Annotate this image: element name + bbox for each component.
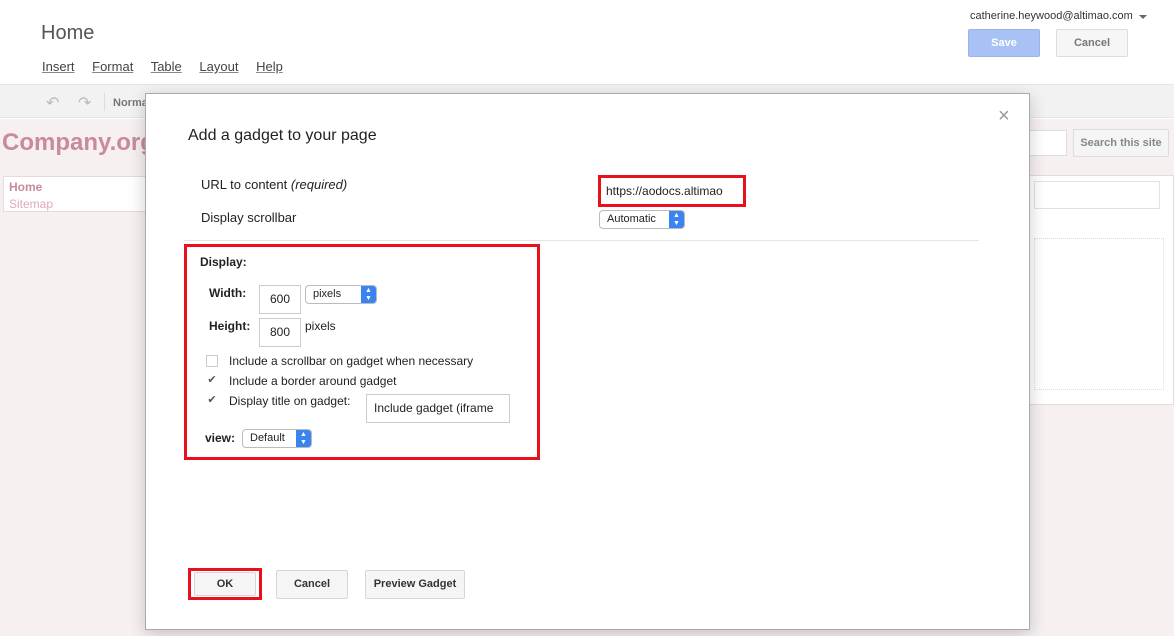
undo-icon[interactable]: ↶ [46, 93, 59, 113]
dialog-title: Add a gadget to your page [188, 127, 377, 144]
width-unit-select[interactable]: pixels ▲ ▼ [305, 285, 377, 304]
menu-insert[interactable]: Insert [42, 59, 75, 74]
border-checkbox-label: Include a border around gadget [229, 374, 397, 388]
scrollbar-checkbox[interactable] [206, 355, 218, 367]
cancel-button[interactable]: Cancel [276, 570, 348, 599]
display-options-highlight: Display: Width: 600 pixels ▲ ▼ Height: 80… [184, 244, 540, 460]
search-site-button[interactable]: Search this site [1073, 129, 1169, 157]
menu-help[interactable]: Help [256, 59, 283, 74]
display-scrollbar-select[interactable]: Automatic ▲ ▼ [599, 210, 685, 229]
url-label: URL to content (required) [201, 177, 347, 192]
redo-icon[interactable]: ↷ [78, 93, 91, 113]
page-title: Home [41, 22, 95, 44]
user-email[interactable]: catherine.heywood@altimao.com [970, 10, 1133, 22]
url-label-text: URL to content [201, 177, 288, 192]
dialog-divider [184, 240, 979, 241]
select-arrows-icon: ▲ ▼ [669, 211, 684, 228]
menu-layout[interactable]: Layout [199, 59, 238, 74]
height-input[interactable]: 800 [259, 318, 301, 347]
content-body-box [1034, 238, 1164, 390]
title-checkbox-checkmark-icon[interactable]: ✔ [206, 395, 218, 407]
toolbar-divider [104, 93, 105, 111]
height-unit-label: pixels [305, 319, 336, 333]
display-section-label: Display: [200, 255, 247, 269]
add-gadget-dialog: Add a gadget to your page × URL to conte… [145, 93, 1030, 630]
site-content-area [1028, 175, 1174, 405]
title-checkbox-label: Display title on gadget: [229, 394, 351, 408]
ok-button-highlight: OK [188, 568, 262, 600]
view-select[interactable]: Default ▲ ▼ [242, 429, 312, 448]
menubar: Insert Format Table Layout Help [42, 59, 297, 74]
width-input[interactable]: 600 [259, 285, 301, 314]
select-arrows-icon: ▲ ▼ [296, 430, 311, 447]
select-arrows-icon: ▲ ▼ [361, 286, 376, 303]
close-icon[interactable]: × [998, 106, 1010, 126]
scrollbar-checkbox-label: Include a scrollbar on gadget when neces… [229, 354, 474, 368]
url-input[interactable] [604, 181, 740, 201]
display-scrollbar-value: Automatic [607, 213, 656, 225]
content-header-box [1034, 181, 1160, 209]
preview-gadget-button[interactable]: Preview Gadget [365, 570, 465, 599]
width-unit-value: pixels [313, 288, 342, 300]
view-value: Default [250, 432, 285, 444]
site-nav: Home Sitemap [3, 176, 153, 212]
height-label: Height: [209, 319, 251, 333]
url-required-note: (required) [290, 177, 348, 192]
ok-button[interactable]: OK [194, 572, 256, 596]
display-scrollbar-label: Display scrollbar [201, 210, 297, 225]
url-field-highlight [598, 175, 746, 207]
nav-item-sitemap[interactable]: Sitemap [9, 197, 53, 211]
nav-item-home[interactable]: Home [9, 180, 42, 194]
save-button[interactable]: Save [968, 29, 1040, 57]
menu-format[interactable]: Format [92, 59, 133, 74]
chevron-down-icon[interactable] [1139, 15, 1147, 19]
view-label: view: [205, 431, 236, 445]
menu-table[interactable]: Table [151, 59, 182, 74]
site-search-input[interactable] [1025, 130, 1067, 156]
width-label: Width: [209, 286, 247, 300]
site-logo: Company.org [2, 129, 155, 156]
gadget-title-input[interactable]: Include gadget (iframe [366, 394, 510, 423]
cancel-edit-button[interactable]: Cancel [1056, 29, 1128, 57]
border-checkbox-checkmark-icon[interactable]: ✔ [206, 375, 218, 387]
